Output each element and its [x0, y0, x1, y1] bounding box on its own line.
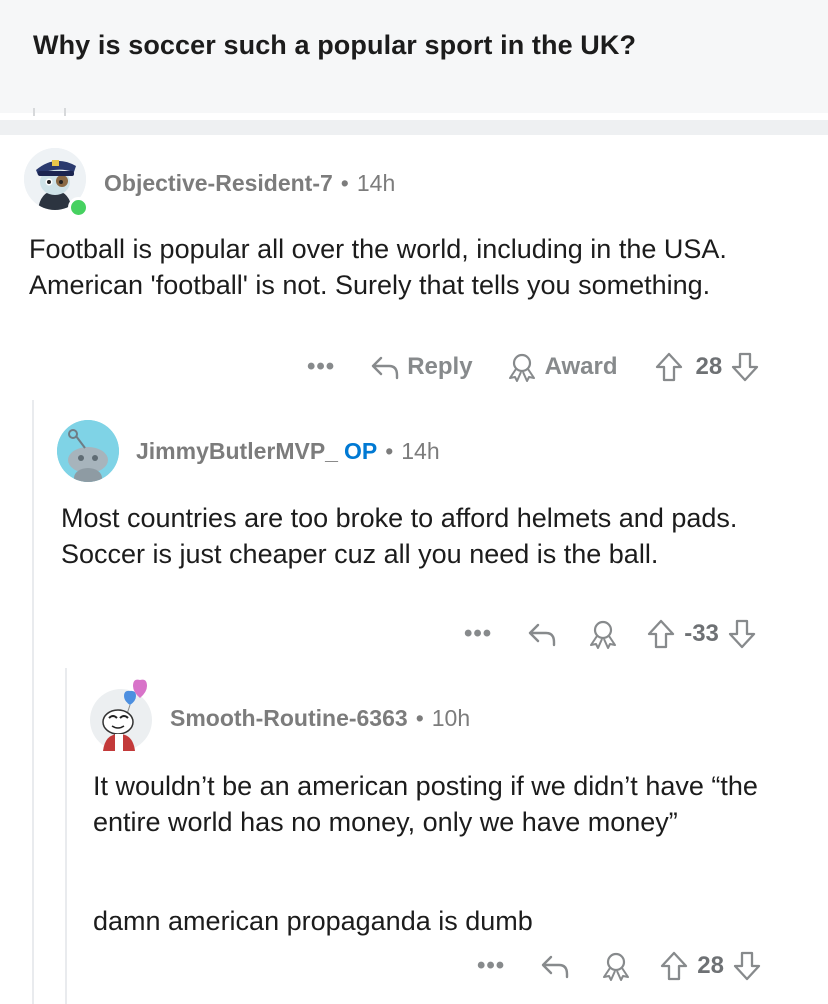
- award-button[interactable]: [599, 951, 633, 981]
- upvote-button[interactable]: [646, 618, 676, 650]
- upvote-arrow-icon: [648, 619, 675, 649]
- reply-button[interactable]: [539, 952, 571, 980]
- comment-meta: JimmyButlerMVP_ OP • 14h: [136, 438, 440, 465]
- downvote-arrow-icon: [728, 619, 756, 649]
- upvote-button[interactable]: [654, 351, 684, 383]
- separator-dot: •: [415, 705, 424, 731]
- online-status-indicator: [68, 197, 89, 218]
- vote-score: 28: [697, 952, 724, 979]
- more-options-button[interactable]: •••: [307, 353, 335, 381]
- comment-body: Most countries are too broke to afford h…: [61, 503, 738, 569]
- post-title[interactable]: Why is soccer such a popular sport in th…: [33, 30, 636, 61]
- thread-line: [65, 668, 67, 1004]
- divider: [33, 108, 35, 116]
- reply-icon: [542, 955, 569, 979]
- separator-dot: •: [340, 170, 349, 196]
- downvote-button[interactable]: [732, 950, 762, 982]
- upvote-arrow-icon: [655, 352, 682, 382]
- downvote-arrow-icon: [733, 951, 761, 981]
- award-icon: [603, 952, 630, 981]
- upvote-arrow-icon: [661, 951, 688, 981]
- username[interactable]: Objective-Resident-7: [104, 170, 333, 196]
- downvote-button[interactable]: [727, 618, 757, 650]
- reply-button[interactable]: [526, 620, 558, 648]
- reply-icon: [372, 356, 399, 380]
- op-badge: OP: [343, 438, 378, 464]
- snoo-heart-balloon-avatar-icon: [90, 679, 152, 751]
- vote-score: 28: [695, 353, 723, 380]
- award-icon: [590, 620, 617, 649]
- divider: [64, 108, 66, 116]
- comment-meta: Objective-Resident-7 • 14h: [104, 170, 395, 197]
- post-header: Why is soccer such a popular sport in th…: [0, 0, 828, 116]
- avatar[interactable]: [57, 420, 119, 482]
- award-button[interactable]: [586, 619, 620, 649]
- award-button[interactable]: Award: [505, 352, 618, 382]
- comment-body-paragraph: damn american propaganda is dumb: [93, 906, 533, 936]
- timestamp: 14h: [401, 438, 440, 464]
- timestamp: 14h: [356, 170, 396, 196]
- reply-button[interactable]: Reply: [369, 353, 473, 381]
- default-snoo-avatar-icon: [57, 420, 119, 482]
- upvote-button[interactable]: [659, 950, 689, 982]
- username[interactable]: Smooth-Routine-6363: [170, 705, 408, 731]
- comment-actions: ••• Reply Award 28: [307, 350, 760, 384]
- comment-actions: ••• 28: [477, 949, 762, 983]
- timestamp: 10h: [431, 705, 471, 731]
- comment-actions: ••• -33: [464, 617, 757, 651]
- downvote-arrow-icon: [732, 352, 759, 382]
- reply-label: Reply: [407, 353, 473, 380]
- award-icon: [508, 353, 535, 382]
- award-label: Award: [544, 353, 618, 380]
- comment-body: It wouldn’t be an american posting if we…: [93, 771, 758, 837]
- more-options-button[interactable]: •••: [477, 952, 505, 980]
- vote-score: -33: [684, 620, 719, 647]
- comment-body: Football is popular all over the world, …: [29, 234, 727, 300]
- more-options-button[interactable]: •••: [464, 620, 492, 648]
- thread-line: [32, 400, 34, 1004]
- downvote-button[interactable]: [730, 351, 760, 383]
- avatar[interactable]: [89, 676, 153, 752]
- separator-dot: •: [385, 438, 394, 464]
- username[interactable]: JimmyButlerMVP_: [136, 438, 338, 464]
- reply-icon: [529, 623, 556, 647]
- comment-meta: Smooth-Routine-6363 • 10h: [170, 705, 470, 732]
- section-separator: [0, 120, 828, 135]
